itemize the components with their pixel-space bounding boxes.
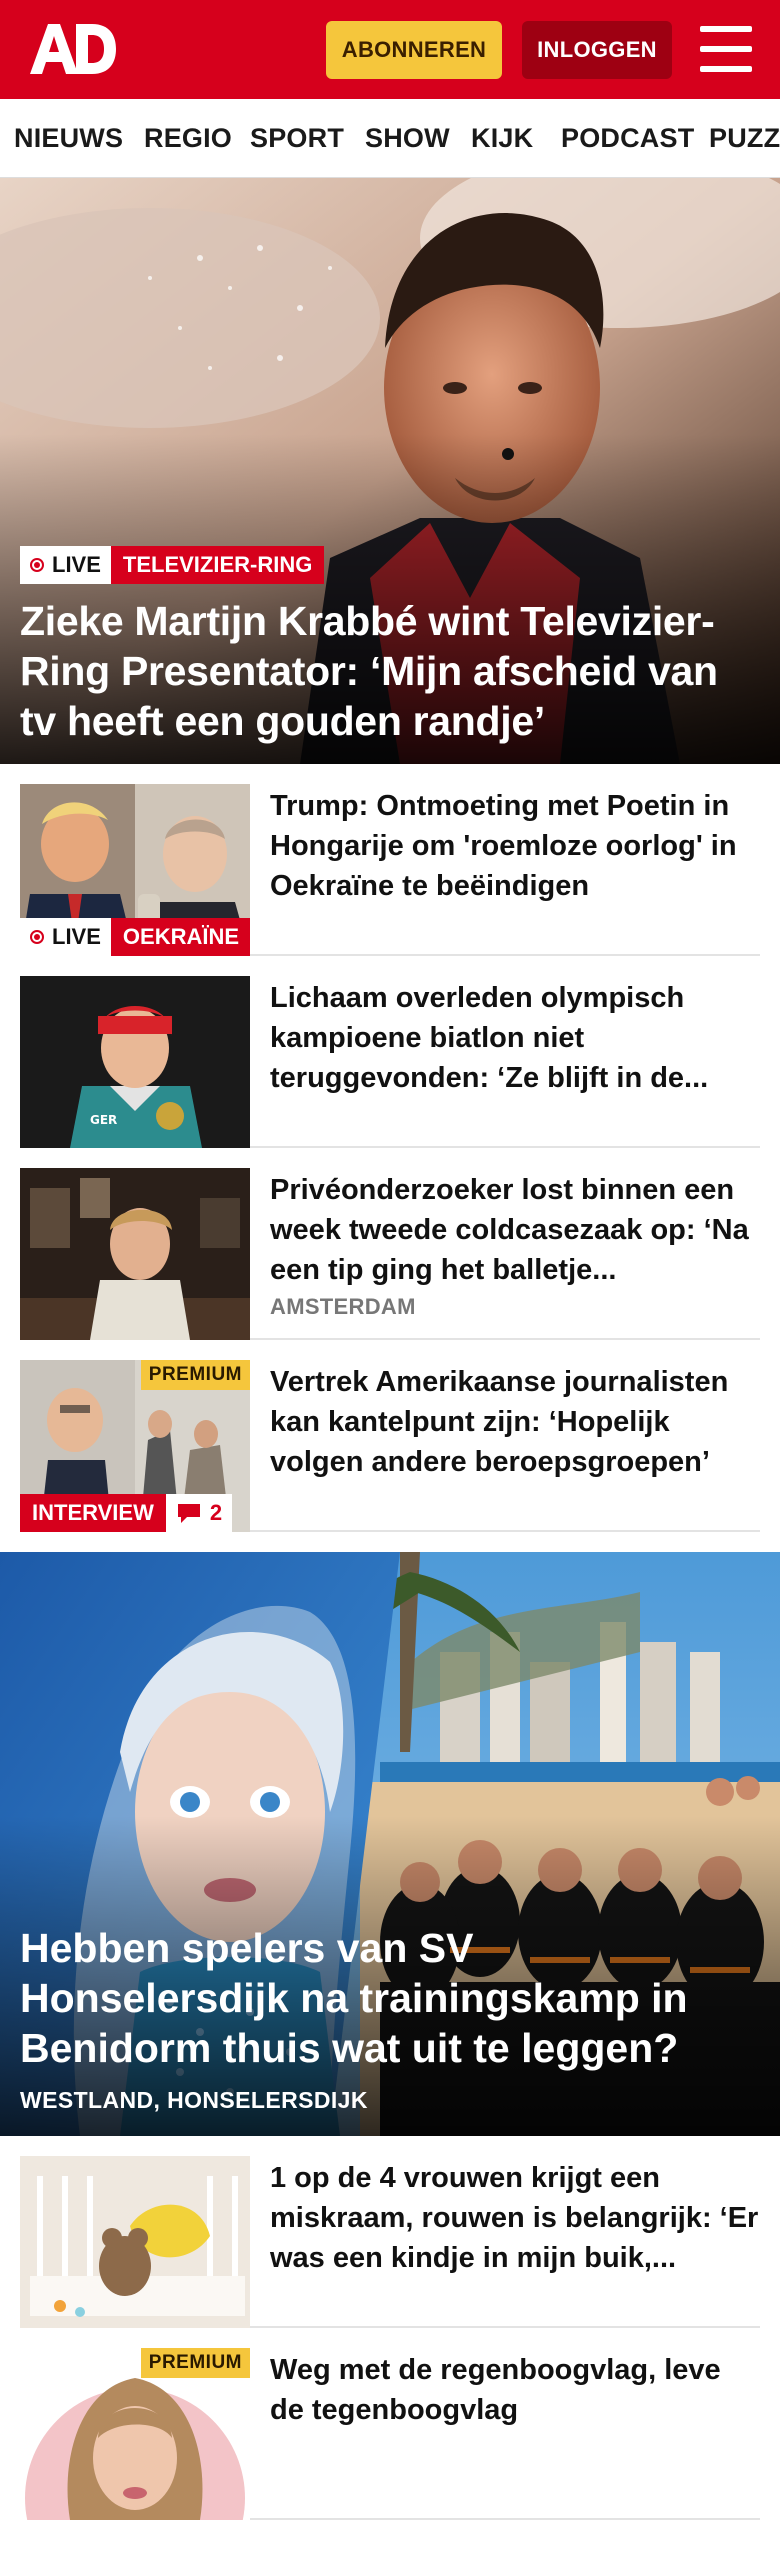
article-item[interactable]: LIVE OEKRAÏNE Trump: Ontmoeting met Poet…	[20, 784, 760, 956]
hamburger-menu-icon[interactable]	[700, 26, 752, 72]
nav-item-sport[interactable]: SPORT	[250, 99, 344, 177]
article-title[interactable]: Trump: Ontmoeting met Poetin in Hongarij…	[270, 786, 760, 906]
article-item[interactable]: 1 op de 4 vrouwen krijgt een miskraam, r…	[20, 2156, 760, 2328]
feature-title[interactable]: Hebben spelers van SV Honselersdijk na t…	[20, 1923, 750, 2073]
svg-text:GER: GER	[90, 1113, 117, 1127]
article-thumbnail: GER	[20, 976, 250, 1148]
article-item[interactable]: GER Lichaam overleden olympisch kampioen…	[20, 976, 760, 1148]
feature-location: WESTLAND, HONSELERSDIJK	[20, 2087, 368, 2113]
comment-bubble-icon	[176, 1502, 202, 1524]
subscribe-button[interactable]: ABONNEREN	[326, 21, 502, 79]
nav-item-podcast[interactable]: PODCAST	[561, 99, 694, 177]
nav-item-show[interactable]: SHOW	[365, 99, 450, 177]
article-location: AMSTERDAM	[270, 1294, 416, 1319]
article-item[interactable]: PREMIUM Weg met de regenboogvlag, leve d…	[20, 2348, 760, 2520]
article-title[interactable]: Vertrek Amerikaanse journalisten kan kan…	[270, 1362, 760, 1482]
live-label: LIVE	[52, 552, 101, 577]
nav-item-puzzel[interactable]: PUZZ	[709, 99, 780, 177]
live-badge: LIVE	[20, 546, 111, 584]
live-dot-icon	[30, 558, 44, 572]
nav-item-kijk[interactable]: KIJK	[471, 99, 533, 177]
article-tag[interactable]: OEKRAÏNE	[110, 918, 250, 956]
article-title[interactable]: Weg met de regenboogvlag, leve de tegenb…	[270, 2350, 760, 2430]
hero-title[interactable]: Zieke Martijn Krabbé wint Televizier-Rin…	[20, 596, 750, 746]
hero-badges: LIVE TELEVIZIER-RING	[20, 546, 325, 584]
article-title[interactable]: Privéonderzoeker lost binnen een week tw…	[270, 1170, 760, 1290]
article-title[interactable]: 1 op de 4 vrouwen krijgt een miskraam, r…	[270, 2158, 760, 2278]
comment-badge[interactable]: 2	[165, 1494, 233, 1532]
feature-article[interactable]: Hebben spelers van SV Honselersdijk na t…	[0, 1552, 780, 2136]
premium-badge: PREMIUM	[140, 2348, 250, 2378]
article-thumbnail: LIVE OEKRAÏNE	[20, 784, 250, 956]
comment-count: 2	[209, 1500, 223, 1525]
nav-item-nieuws[interactable]: NIEUWS	[14, 99, 123, 177]
section-nav: NIEUWS REGIO SPORT SHOW KIJK PODCAST PUZ…	[0, 99, 780, 178]
article-title[interactable]: Lichaam overleden olympisch kampioene bi…	[270, 978, 760, 1098]
live-dot-icon	[30, 930, 44, 944]
hero-article[interactable]: LIVE TELEVIZIER-RING Zieke Martijn Krabb…	[0, 178, 780, 764]
article-badges: LIVE OEKRAÏNE	[20, 918, 250, 956]
article-item[interactable]: PREMIUM INTERVIEW 2 Vertrek Amerikaanse …	[20, 1360, 760, 1532]
live-badge: LIVE	[20, 918, 111, 956]
ad-logo[interactable]	[26, 20, 118, 78]
login-button[interactable]: INLOGGEN	[522, 21, 672, 79]
nav-item-regio[interactable]: REGIO	[144, 99, 232, 177]
live-label: LIVE	[52, 924, 101, 949]
premium-badge: PREMIUM	[140, 1360, 250, 1390]
hero-tag[interactable]: TELEVIZIER-RING	[110, 546, 325, 584]
article-thumbnail: PREMIUM	[20, 2348, 250, 2520]
article-badges: INTERVIEW 2	[20, 1494, 233, 1532]
article-item[interactable]: Privéonderzoeker lost binnen een week tw…	[20, 1168, 760, 1340]
site-header: ABONNEREN INLOGGEN	[0, 0, 780, 99]
article-thumbnail	[20, 2156, 250, 2328]
article-thumbnail	[20, 1168, 250, 1340]
article-thumbnail: PREMIUM INTERVIEW 2	[20, 1360, 250, 1532]
article-tag[interactable]: INTERVIEW	[20, 1494, 166, 1532]
